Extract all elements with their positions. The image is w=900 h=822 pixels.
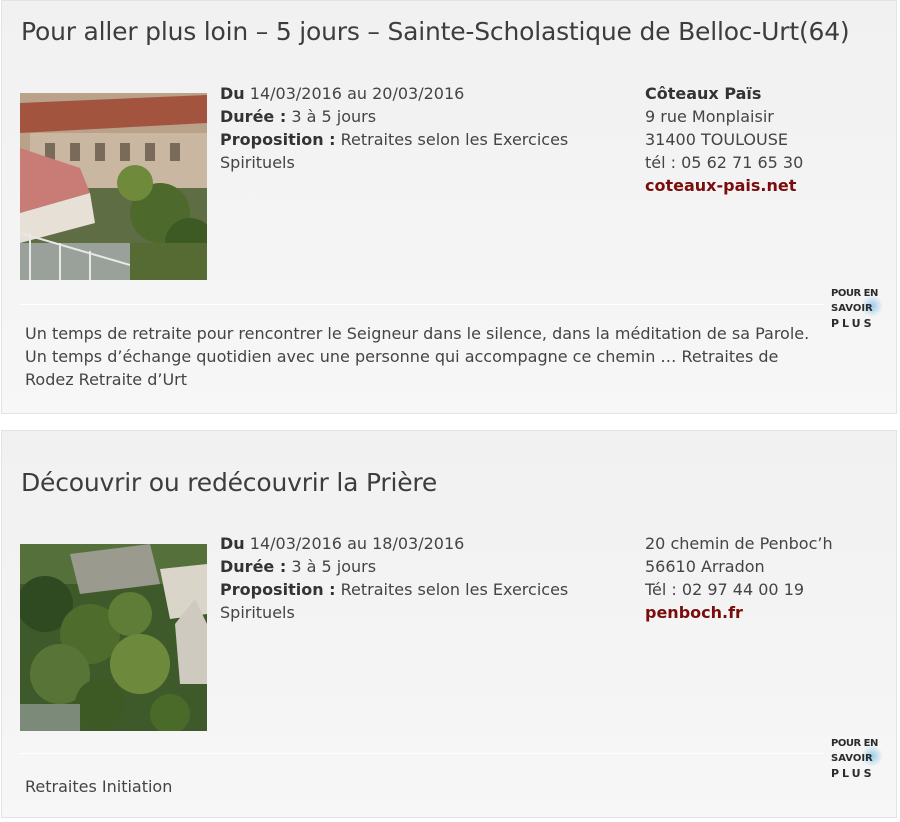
landscape-photo-image <box>20 544 207 731</box>
date-value: 14/03/2016 au 20/03/2016 <box>244 84 465 103</box>
proposition-line: Proposition : Retraites selon les Exerci… <box>220 128 600 174</box>
retreat-description: Retraites Initiation <box>25 777 173 796</box>
date-line: Du 14/03/2016 au 18/03/2016 <box>220 532 600 555</box>
retreat-description: Un temps de retraite pour rencontrer le … <box>25 324 810 389</box>
retreat-info: Du 14/03/2016 au 20/03/2016 Durée : 3 à … <box>220 82 600 174</box>
contact-city: 56610 Arradon <box>645 557 765 576</box>
divider <box>20 304 824 305</box>
contact-website-link[interactable]: penboch.fr <box>645 603 743 622</box>
more-line2: SAVOIR <box>831 303 873 314</box>
pour-en-savoir-plus-button[interactable]: POUR EN SAVOIR PLUS <box>831 286 887 332</box>
retreat-title[interactable]: Découvrir ou redécouvrir la Prière <box>21 468 437 497</box>
more-line3: PLUS <box>831 767 875 780</box>
proposition-line: Proposition : Retraites selon les Exerci… <box>220 578 600 624</box>
more-line2: SAVOIR <box>831 753 873 764</box>
pour-en-savoir-plus-button[interactable]: POUR EN SAVOIR PLUS <box>831 736 887 782</box>
proposition-label: Proposition : <box>220 130 336 149</box>
duration-value: 3 à 5 jours <box>286 107 377 126</box>
contact-website-link[interactable]: coteaux-pais.net <box>645 176 796 195</box>
duration-label: Durée : <box>220 557 287 576</box>
contact-city: 31400 TOULOUSE <box>645 130 788 149</box>
retreat-card: Pour aller plus loin – 5 jours – Sainte-… <box>1 0 897 414</box>
more-line1: POUR EN <box>831 738 878 749</box>
retreat-photo[interactable] <box>20 544 207 731</box>
building-photo-image <box>20 93 207 280</box>
more-line1: POUR EN <box>831 288 878 299</box>
date-value: 14/03/2016 au 18/03/2016 <box>244 534 465 553</box>
date-label: Du <box>220 84 245 103</box>
retreat-info: Du 14/03/2016 au 18/03/2016 Durée : 3 à … <box>220 532 600 624</box>
more-line3: PLUS <box>831 317 875 330</box>
retreat-photo[interactable] <box>20 93 207 280</box>
contact-address: 9 rue Monplaisir <box>645 107 774 126</box>
duration-line: Durée : 3 à 5 jours <box>220 105 600 128</box>
contact-block: Côteaux Païs 9 rue Monplaisir 31400 TOUL… <box>645 82 885 197</box>
retreat-card: Découvrir ou redécouvrir la Prière Du 14… <box>1 430 897 818</box>
date-line: Du 14/03/2016 au 20/03/2016 <box>220 82 600 105</box>
duration-label: Durée : <box>220 107 287 126</box>
contact-org: Côteaux Païs <box>645 84 762 103</box>
retreat-title[interactable]: Pour aller plus loin – 5 jours – Sainte-… <box>21 17 850 46</box>
contact-block: 20 chemin de Penboc’h 56610 Arradon Tél … <box>645 532 885 624</box>
duration-line: Durée : 3 à 5 jours <box>220 555 600 578</box>
proposition-label: Proposition : <box>220 580 336 599</box>
contact-phone: tél : 05 62 71 65 30 <box>645 153 804 172</box>
divider <box>20 753 824 754</box>
contact-address: 20 chemin de Penboc’h <box>645 534 833 553</box>
contact-phone: Tél : 02 97 44 00 19 <box>645 580 805 599</box>
duration-value: 3 à 5 jours <box>286 557 377 576</box>
date-label: Du <box>220 534 245 553</box>
